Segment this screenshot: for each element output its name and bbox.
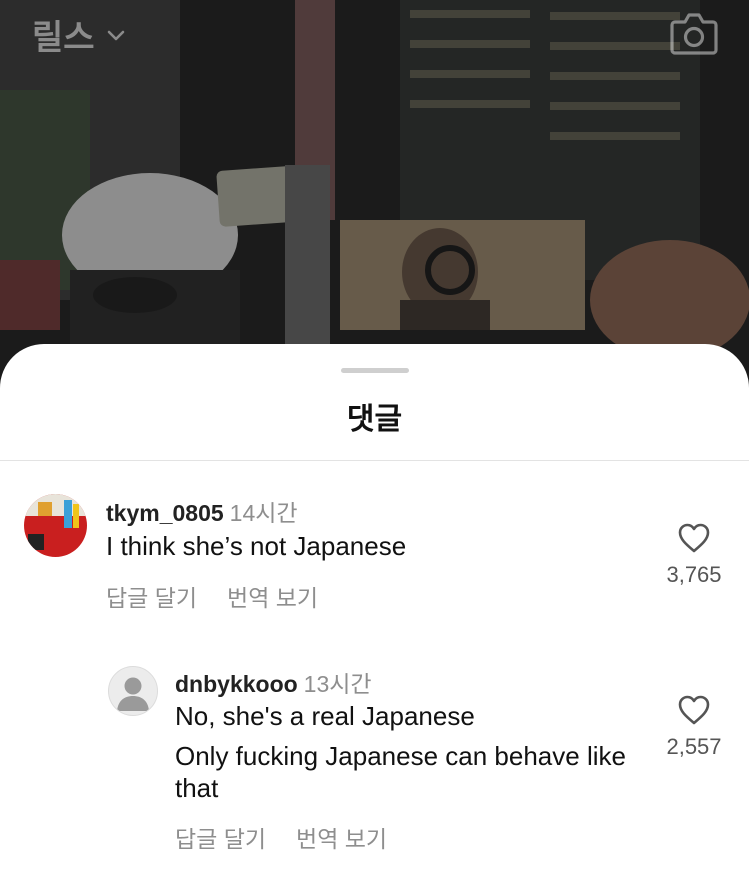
avatar[interactable] [108,666,158,716]
comment-meta: dnbykkooo 13시간 [175,665,372,699]
reels-title-dropdown[interactable]: 릴스 [32,10,127,59]
like-count: 3,765 [666,562,722,587]
camera-icon[interactable] [669,10,719,56]
reels-comments-screen: 릴스 댓글 tkym_0805 14시간 I think she’s not J… [0,0,749,874]
like-control: 3,765 [649,522,739,588]
like-control: 2,557 [649,694,739,760]
username[interactable]: tkym_0805 [106,500,224,526]
comment-text: No, she's a real Japanese Only fucking J… [175,700,645,804]
like-count: 2,557 [666,734,722,759]
comment-text: I think she’s not Japanese [106,531,407,561]
profile-photo-icon [24,494,87,557]
translate-button[interactable]: 번역 보기 [296,826,387,852]
comment-text-line: No, she's a real Japanese [175,701,475,731]
comment-item: tkym_0805 14시간 I think she’s not Japanese… [0,488,749,618]
comment-time: 13시간 [303,671,372,697]
default-avatar-icon [117,677,149,711]
avatar[interactable] [24,494,87,557]
reply-button[interactable]: 답글 달기 [106,585,197,611]
reply-comment-item: dnbykkooo 13시간 No, she's a real Japanese … [0,660,749,860]
comment-text-line: Only fucking Japanese can behave like th… [175,741,626,803]
comment-actions: 답글 달기 번역 보기 [175,820,417,854]
comment-actions: 답글 달기 번역 보기 [106,579,348,613]
reels-title: 릴스 [32,19,95,57]
sheet-title: 댓글 [346,403,403,436]
sheet-divider [0,460,749,461]
heart-icon[interactable] [677,694,711,726]
reply-button[interactable]: 답글 달기 [175,826,266,852]
comment-time: 14시간 [229,500,298,526]
username[interactable]: dnbykkooo [175,671,298,697]
heart-icon[interactable] [677,522,711,554]
chevron-down-icon [107,30,124,40]
comment-meta: tkym_0805 14시간 [106,494,298,528]
translate-button[interactable]: 번역 보기 [227,585,318,611]
sheet-grabber-handle[interactable] [341,368,409,373]
